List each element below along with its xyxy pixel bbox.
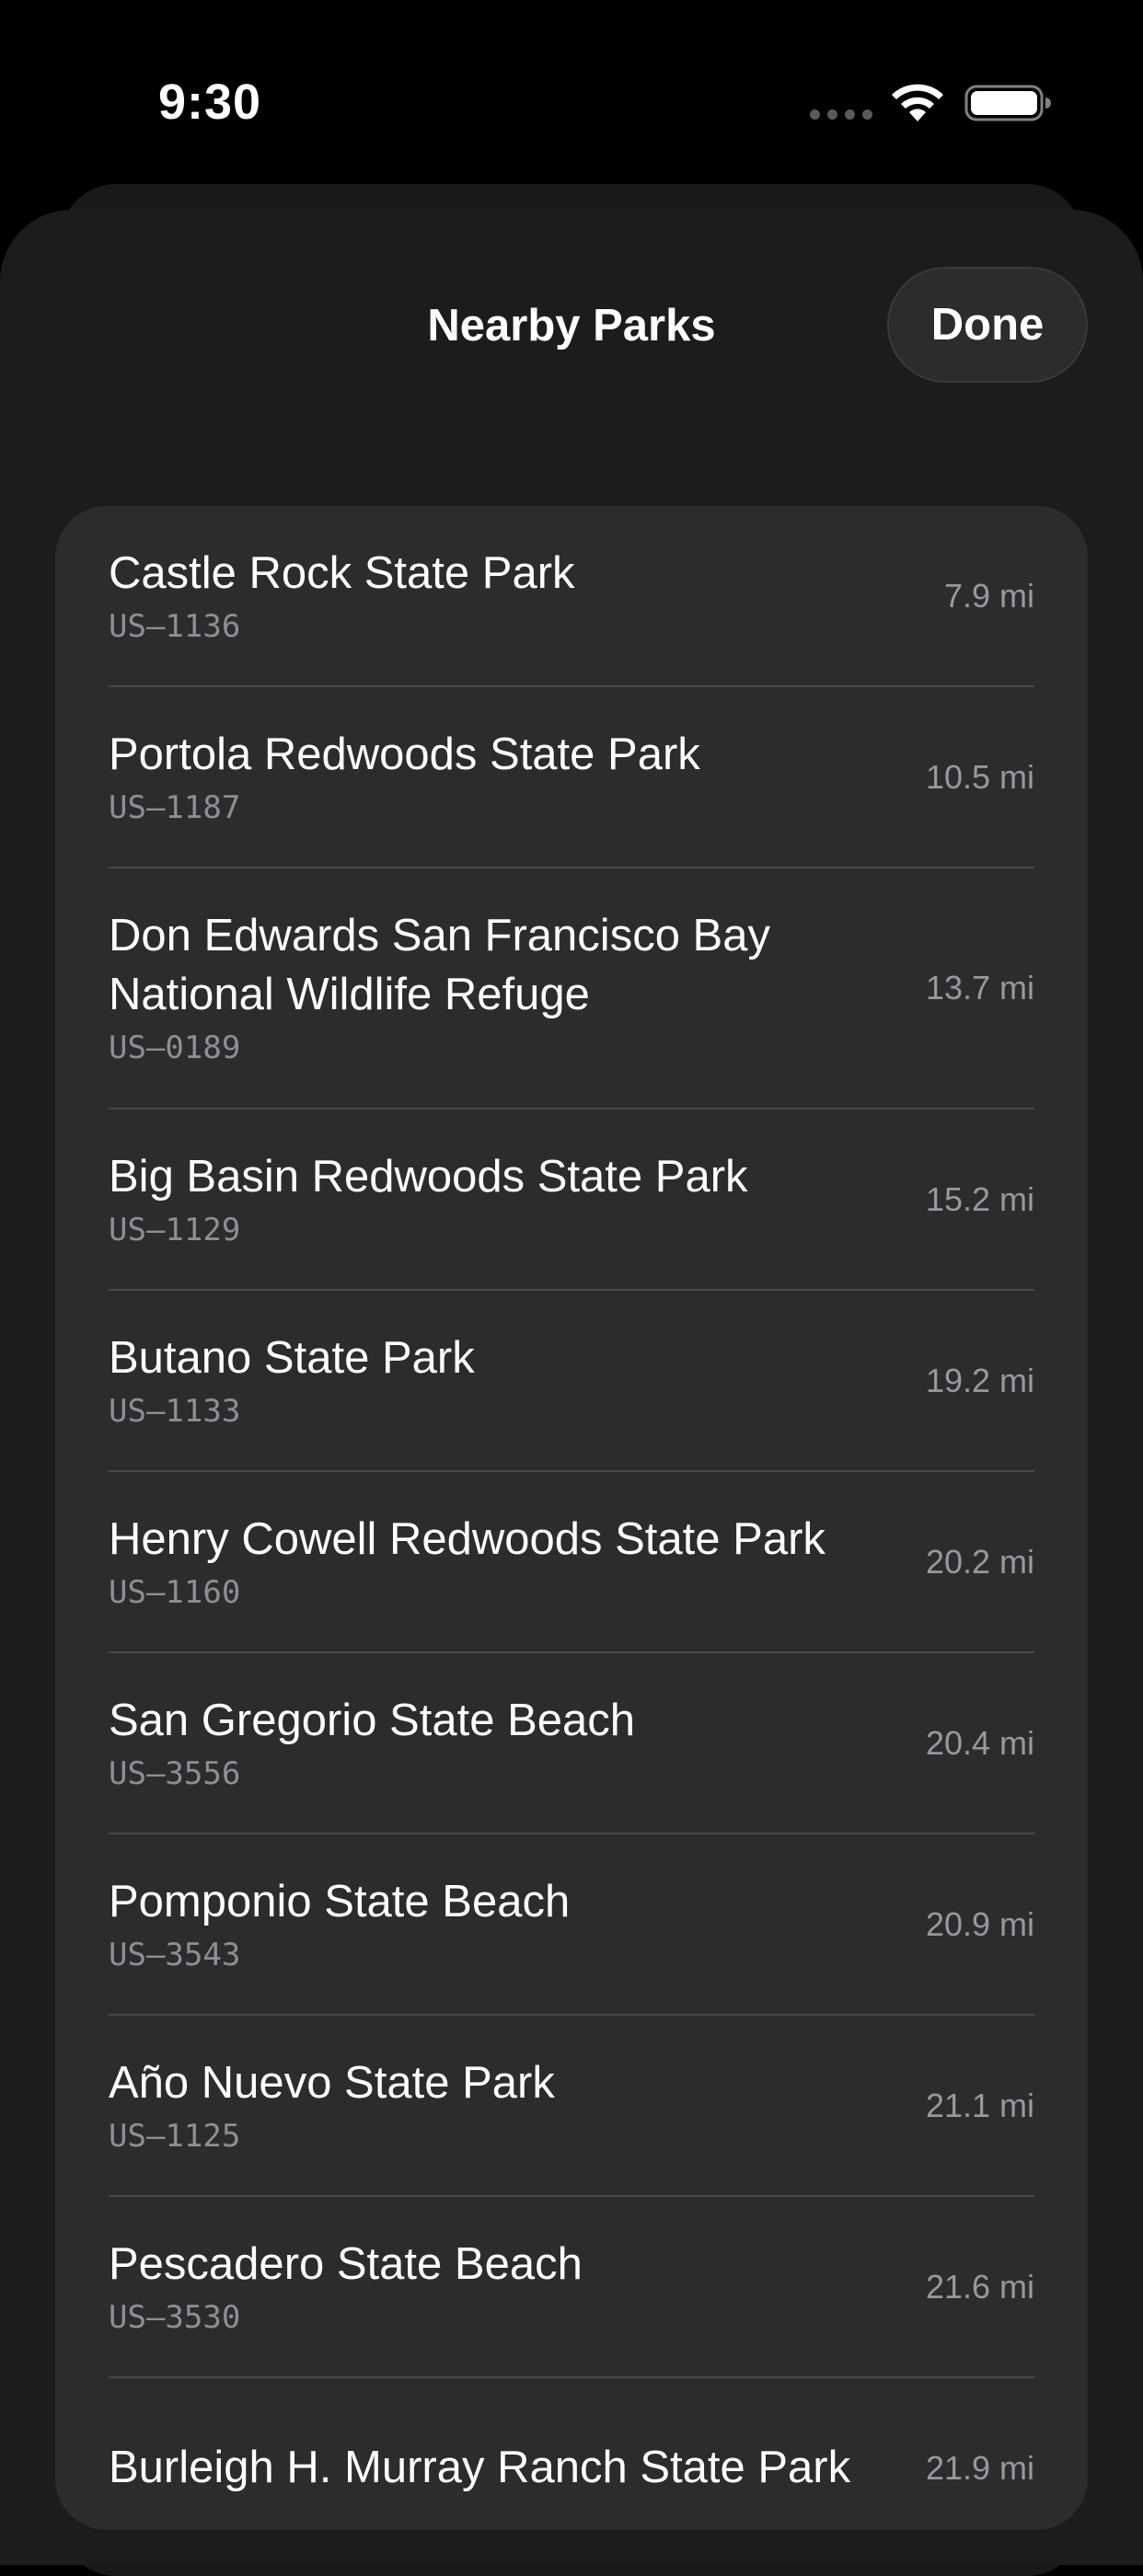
park-distance: 19.2 mi (925, 1361, 1034, 1399)
park-name: San Gregorio State Beach (109, 1695, 636, 1745)
park-distance: 13.7 mi (925, 969, 1034, 1006)
list-item[interactable]: Burleigh H. Murray Ranch State Park 21.9… (109, 2378, 1034, 2530)
list-item[interactable]: San Gregorio State Beach US–3556 20.4 mi (109, 1653, 1034, 1834)
park-code: US–3543 (109, 1936, 241, 1973)
park-distance: 20.4 mi (925, 1723, 1034, 1762)
park-code: US–1133 (109, 1392, 241, 1430)
park-code: US–3556 (109, 1754, 241, 1792)
list-item[interactable]: Big Basin Redwoods State Park US–1129 15… (109, 1110, 1034, 1291)
battery-icon (964, 85, 1051, 121)
status-time: 9:30 (158, 75, 262, 130)
park-code: US–0189 (109, 1029, 241, 1066)
park-code: US–1125 (109, 2117, 241, 2155)
list-item[interactable]: Año Nuevo State Park US–1125 21.1 mi (109, 2016, 1034, 2197)
list-item[interactable]: Pescadero State Beach US–3530 21.6 mi (109, 2197, 1034, 2378)
list-item[interactable]: Pomponio State Beach US–3543 20.9 mi (109, 1834, 1034, 2016)
park-distance: 15.2 mi (925, 1179, 1034, 1218)
done-button[interactable]: Done (887, 267, 1088, 383)
park-name: Henry Cowell Redwoods State Park (109, 1513, 826, 1564)
park-name: Año Nuevo State Park (109, 2057, 555, 2108)
park-distance: 20.2 mi (925, 1542, 1034, 1581)
status-bar: 9:30 (0, 0, 1143, 184)
park-name: Castle Rock State Park (109, 547, 575, 598)
parks-list: Castle Rock State Park US–1136 7.9 mi Po… (55, 506, 1088, 2530)
park-distance: 10.5 mi (925, 757, 1034, 796)
park-name: Pescadero State Beach (109, 2238, 583, 2289)
cellular-signal-icon (810, 109, 872, 121)
park-code: US–1187 (109, 788, 241, 826)
park-name: Butano State Park (109, 1332, 475, 1383)
park-name: Don Edwards San Francisco Bay National W… (109, 911, 770, 1019)
park-distance: 20.9 mi (925, 1904, 1034, 1943)
park-name: Big Basin Redwoods State Park (109, 1151, 748, 1202)
list-item[interactable]: Castle Rock State Park US–1136 7.9 mi (109, 506, 1034, 687)
wifi-icon (892, 84, 943, 121)
park-distance: 21.1 mi (925, 2086, 1034, 2124)
park-code: US–1129 (109, 1211, 241, 1248)
park-code: US–1136 (109, 607, 241, 645)
park-distance: 21.9 mi (925, 2448, 1034, 2487)
list-item[interactable]: Butano State Park US–1133 19.2 mi (109, 1291, 1034, 1472)
park-name: Pomponio State Beach (109, 1876, 571, 1926)
park-code: US–1160 (109, 1573, 241, 1611)
park-distance: 7.9 mi (943, 576, 1034, 615)
list-item[interactable]: Don Edwards San Francisco Bay National W… (109, 868, 1034, 1110)
park-distance: 21.6 mi (925, 2267, 1034, 2306)
park-name: Burleigh H. Murray Ranch State Park (109, 2442, 851, 2492)
park-name: Portola Redwoods State Park (109, 729, 700, 779)
park-code: US–3530 (109, 2298, 241, 2336)
list-item[interactable]: Henry Cowell Redwoods State Park US–1160… (109, 1472, 1034, 1653)
list-item[interactable]: Portola Redwoods State Park US–1187 10.5… (109, 687, 1034, 868)
